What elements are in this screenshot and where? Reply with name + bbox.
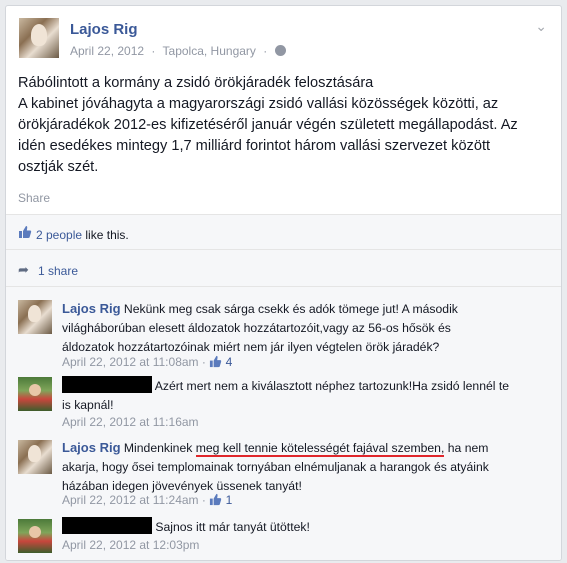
- comment-text: világháborúban elesett áldozatok hozzáta…: [62, 321, 451, 335]
- commenter-name[interactable]: Lajos Rig: [62, 301, 121, 316]
- comment-body: Lajos Rig Nekünk meg csak sárga csekk és…: [62, 299, 542, 357]
- comment-text: Nekünk meg csak sárga csekk és adók töme…: [123, 302, 458, 316]
- comment-meta: April 22, 2012 at 11:16am: [62, 415, 199, 429]
- comment-text: ha nem: [444, 441, 489, 455]
- post-line: örökjáradékok 2012-es kifizetéséről janu…: [18, 117, 518, 133]
- post-line: A kabinet jóváhagyta a magyarországi zsi…: [18, 96, 499, 112]
- shares-link[interactable]: 1 share: [38, 264, 78, 278]
- post: Lajos Rig April 22, 2012 · Tapolca, Hung…: [6, 6, 561, 214]
- comment-meta: April 22, 2012 at 11:24am · 1: [62, 493, 233, 507]
- likers-link[interactable]: 2 people: [36, 228, 82, 242]
- comment-body: Azért mert nem a kiválasztott néphez tar…: [62, 376, 542, 415]
- commenter-avatar[interactable]: [18, 300, 52, 334]
- post-line: idén esedékes mintegy 1,7 milliárd forin…: [18, 138, 491, 154]
- comment-text: Sajnos itt már tanyát ütöttek!: [155, 520, 310, 534]
- comment: Sajnos itt már tanyát ütöttek! April 22,…: [6, 515, 561, 557]
- comment-text: házában idegen jövevények üssenek tanyát…: [62, 479, 302, 493]
- likes-suffix: like this.: [85, 228, 129, 242]
- comment: Lajos Rig Mindenkinek meg kell tennie kö…: [6, 437, 561, 513]
- commenter-name[interactable]: Lajos Rig: [62, 440, 121, 455]
- thumbs-up-icon[interactable]: [209, 493, 222, 506]
- comment-like-count[interactable]: 4: [226, 355, 233, 369]
- likes-row: 2 people like this.: [6, 215, 561, 249]
- post-meta: April 22, 2012 · Tapolca, Hungary ·: [70, 44, 290, 58]
- post-card: Lajos Rig April 22, 2012 · Tapolca, Hung…: [5, 5, 562, 561]
- shares-row: ➦ 1 share: [6, 250, 561, 286]
- comment-text: Azért mert nem a kiválasztott néphez tar…: [154, 379, 510, 393]
- comment-like-count[interactable]: 1: [226, 493, 233, 507]
- post-body: Rábólintott a kormány a zsidó örökjáradé…: [18, 73, 553, 178]
- redacted-name: [62, 376, 152, 393]
- highlighted-text: meg kell tennie kötelességét fajával sze…: [195, 441, 445, 457]
- comment: Lajos Rig Nekünk meg csak sárga csekk és…: [6, 297, 561, 373]
- comment-text: áldozatok hozzátartozóinak miért nem jár…: [62, 340, 440, 354]
- comment-body: Lajos Rig Mindenkinek meg kell tennie kö…: [62, 438, 542, 496]
- author-avatar[interactable]: [19, 18, 59, 58]
- author-name[interactable]: Lajos Rig: [70, 21, 138, 38]
- comment-time[interactable]: April 22, 2012 at 11:08am: [62, 355, 199, 369]
- post-line: Rábólintott a kormány a zsidó örökjáradé…: [18, 75, 374, 91]
- chevron-down-icon[interactable]: ⌄: [535, 18, 547, 35]
- thumbs-up-icon[interactable]: [209, 355, 222, 368]
- globe-icon[interactable]: [274, 45, 286, 56]
- comment-time[interactable]: April 22, 2012 at 11:16am: [62, 415, 199, 429]
- comment: Azért mert nem a kiválasztott néphez tar…: [6, 375, 561, 431]
- comments-list: Lajos Rig Nekünk meg csak sárga csekk és…: [6, 287, 561, 560]
- commenter-avatar[interactable]: [18, 519, 52, 553]
- post-location[interactable]: Tapolca, Hungary: [163, 44, 256, 58]
- commenter-avatar[interactable]: [18, 440, 52, 474]
- comment-meta: April 22, 2012 at 11:08am · 4: [62, 355, 233, 369]
- comment-meta: April 22, 2012 at 12:03pm: [62, 538, 199, 552]
- comment-time[interactable]: April 22, 2012 at 11:24am: [62, 493, 199, 507]
- comment-text: Mindenkinek: [123, 441, 196, 455]
- commenter-avatar[interactable]: [18, 377, 52, 411]
- comment-body: Sajnos itt már tanyát ütöttek!: [62, 517, 542, 537]
- post-line: osztják szét.: [18, 159, 99, 175]
- post-date[interactable]: April 22, 2012: [70, 44, 144, 58]
- share-button[interactable]: Share: [18, 191, 50, 205]
- share-icon: ➦: [18, 262, 29, 277]
- comment-text: is kapnál!: [62, 398, 114, 412]
- thumbs-up-icon: [18, 225, 32, 242]
- comment-text: akarja, hogy ősei templomainak tornyában…: [62, 460, 489, 474]
- comment-time[interactable]: April 22, 2012 at 12:03pm: [62, 538, 199, 552]
- redacted-name: [62, 517, 152, 534]
